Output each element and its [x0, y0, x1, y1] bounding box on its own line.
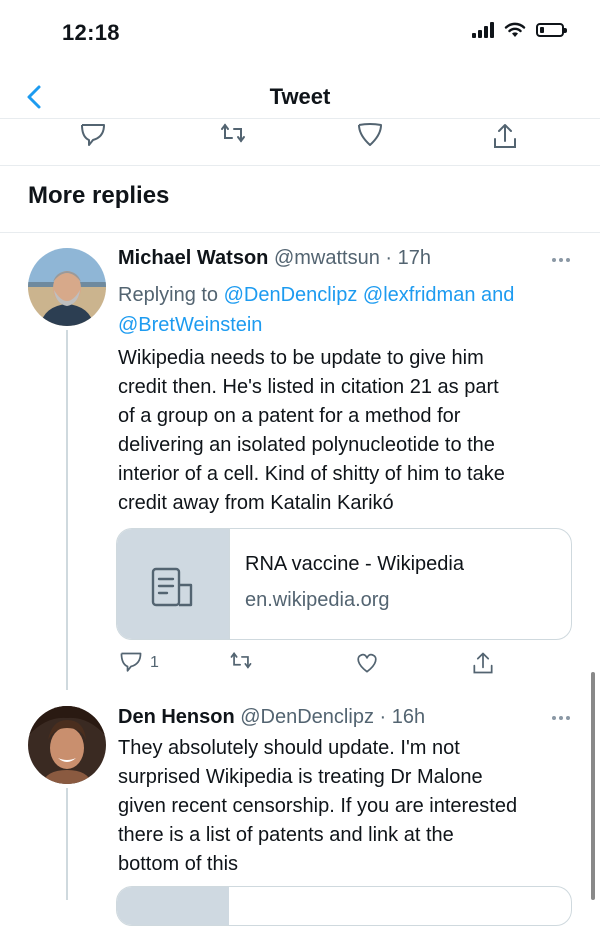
more-icon[interactable]	[552, 716, 576, 724]
tweet-text-line: Wikipedia needs to be update to give him	[118, 347, 484, 369]
retweet-icon[interactable]	[228, 650, 254, 676]
tweet-text-line: of a group on a patent for a method for	[118, 405, 461, 427]
tweet-text-line: bottom of this	[118, 853, 239, 875]
card-thumbnail	[117, 887, 229, 925]
main-tweet-actions	[0, 118, 600, 166]
status-icons	[472, 22, 567, 38]
thread-line	[66, 330, 68, 690]
page-title: Tweet	[269, 84, 331, 109]
author-name[interactable]: Michael Watson	[118, 247, 268, 269]
scrollbar[interactable]	[591, 672, 595, 900]
card-domain: en.wikipedia.org	[245, 589, 390, 611]
section-divider	[0, 232, 600, 233]
author-handle[interactable]: @DenDenclipz	[240, 706, 374, 728]
tweet-text-line: surprised Wikipedia is treating Dr Malon…	[118, 766, 483, 788]
mention-link[interactable]: @lexfridman	[363, 284, 476, 306]
tweet-text-line: delivering an isolated polynucleotide to…	[118, 434, 495, 456]
reply-icon[interactable]	[118, 650, 144, 676]
status-time: 12:18	[62, 20, 120, 45]
tweet-header: Den Henson @DenDenclipz · 16h	[118, 706, 425, 729]
tweet-text: They absolutely should update. I'm not s…	[118, 734, 517, 879]
article-icon	[151, 567, 193, 607]
reply-count: 1	[150, 654, 159, 671]
tweet-text-line: credit away from Katalin Karikó	[118, 492, 394, 514]
tweet-text-line: credit then. He's listed in citation 21 …	[118, 376, 499, 398]
avatar[interactable]	[28, 248, 106, 326]
battery-icon	[536, 23, 567, 37]
retweet-icon[interactable]	[218, 121, 248, 151]
wifi-icon	[504, 22, 526, 37]
tweet-text-line: interior of a cell. Kind of shitty of hi…	[118, 463, 505, 485]
tweet-header: Michael Watson @mwattsun · 17h	[118, 247, 431, 270]
signal-icon	[472, 22, 494, 38]
link-card[interactable]	[116, 886, 572, 926]
share-icon[interactable]	[470, 650, 496, 676]
card-title: RNA vaccine - Wikipedia	[245, 553, 464, 575]
tweet-time[interactable]: · 16h	[380, 706, 426, 728]
more-icon[interactable]	[552, 258, 576, 266]
mention-link[interactable]: @DenDenclipz	[224, 284, 358, 306]
tweet-time[interactable]: · 17h	[385, 247, 431, 269]
reply-icon[interactable]	[78, 121, 108, 151]
replying-to: Replying to @DenDenclipz @lexfridman and…	[118, 280, 578, 340]
tweet-text-line: given recent censorship. If you are inte…	[118, 795, 518, 817]
tweet-text-line: there is a list of patents and link at t…	[118, 824, 454, 846]
tweet-text: Wikipedia needs to be update to give him…	[118, 344, 505, 518]
author-name[interactable]: Den Henson	[118, 706, 235, 728]
status-bar: 12:18	[0, 0, 600, 68]
section-title: More replies	[28, 182, 170, 209]
card-thumbnail	[117, 529, 230, 639]
thread-line	[66, 788, 68, 900]
avatar[interactable]	[28, 706, 106, 784]
heart-icon[interactable]	[354, 650, 380, 676]
replying-and[interactable]: and	[481, 284, 514, 306]
author-handle[interactable]: @mwattsun	[274, 247, 380, 269]
mention-link[interactable]: @BretWeinstein	[118, 314, 262, 336]
heart-icon[interactable]	[355, 121, 385, 151]
replying-label: Replying to	[118, 284, 219, 306]
share-icon[interactable]	[490, 121, 520, 151]
tweet-text-line: They absolutely should update. I'm not	[118, 737, 460, 759]
link-card[interactable]: RNA vaccine - Wikipedia en.wikipedia.org	[116, 528, 572, 640]
